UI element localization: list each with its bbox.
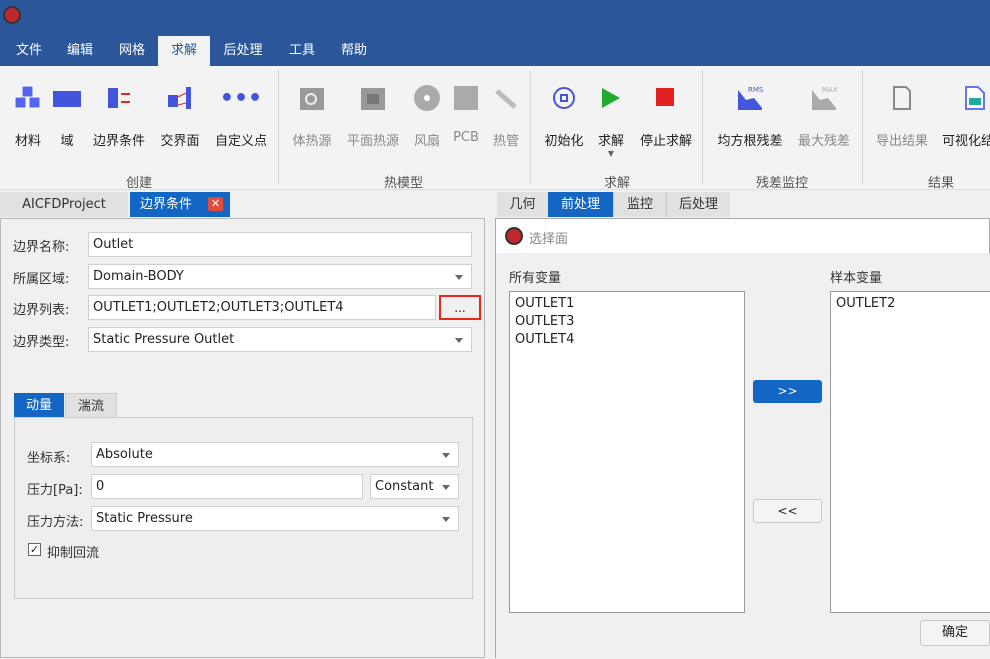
group-label-solve: 求解 [604, 176, 631, 191]
menu-bar: 文件 编辑 网格 求解 后处理 工具 帮助 [0, 36, 990, 66]
menu-postprocess[interactable]: 后处理 [212, 36, 274, 66]
fan-icon [412, 80, 442, 116]
boundary-name-input[interactable]: Outlet [88, 232, 472, 257]
group-separator [862, 70, 863, 184]
visualize-icon [942, 80, 990, 116]
coordinate-system-select[interactable]: Absolute [91, 442, 459, 467]
tab-geometry[interactable]: 几何 [497, 192, 548, 217]
app-logo-icon [3, 6, 21, 24]
box-icon [50, 80, 84, 116]
play-icon [596, 80, 626, 116]
menu-mesh[interactable]: 网格 [106, 36, 158, 66]
visualize-results-button[interactable]: 可视化结果 [942, 80, 990, 149]
max-chart-icon: MAX [796, 80, 852, 116]
refresh-icon [542, 80, 586, 116]
domain-button[interactable]: 域 [50, 80, 84, 149]
heat-pipe-icon [490, 80, 522, 116]
boundary-list-input[interactable]: OUTLET1;OUTLET2;OUTLET3;OUTLET4 [88, 295, 436, 320]
boundary-type-select[interactable]: Static Pressure Outlet [88, 327, 472, 352]
rms-chart-icon: RMS [716, 80, 784, 116]
group-label-results: 结果 [928, 176, 955, 191]
more-dots-icon: ••• [219, 85, 263, 111]
stop-icon [638, 80, 694, 116]
solve-button[interactable]: 求解 ▼ [596, 80, 626, 158]
tab-monitor[interactable]: 监控 [613, 192, 666, 217]
add-button[interactable]: >> [753, 380, 822, 403]
menu-edit[interactable]: 编辑 [54, 36, 106, 66]
tab-turbulence[interactable]: 湍流 [65, 393, 117, 418]
list-item[interactable]: OUTLET3 [515, 313, 739, 331]
cubes-icon [12, 80, 44, 116]
tab-aicfd-project[interactable]: AICFDProject [0, 192, 128, 217]
domain-select[interactable]: Domain-BODY [88, 264, 472, 289]
tab-preprocess[interactable]: 前处理 [548, 192, 613, 217]
menu-tools[interactable]: 工具 [276, 36, 328, 66]
all-variables-label: 所有变量 [509, 271, 562, 286]
export-icon [874, 80, 930, 116]
ok-button[interactable]: 确定 [920, 620, 990, 646]
interface-button[interactable]: 交界面 [158, 80, 202, 149]
close-tab-icon[interactable]: ✕ [208, 197, 223, 211]
tab-momentum[interactable]: 动量 [14, 393, 64, 418]
menu-solve[interactable]: 求解 [158, 36, 210, 66]
dialog-title: 选择面 [529, 232, 569, 247]
tab-boundary-condition[interactable]: 边界条件 ✕ [130, 192, 230, 217]
initialize-button[interactable]: 初始化 [542, 80, 586, 149]
menu-file[interactable]: 文件 [4, 36, 54, 66]
pcb-icon [450, 80, 482, 116]
group-label-thermal: 热模型 [384, 176, 424, 191]
title-bar [0, 0, 990, 36]
pcb-button[interactable]: PCB [450, 80, 482, 145]
svg-text:MAX: MAX [822, 86, 838, 94]
all-variables-list[interactable]: OUTLET1 OUTLET3 OUTLET4 [509, 291, 745, 613]
pressure-method-select[interactable]: Static Pressure [91, 506, 459, 531]
export-results-button[interactable]: 导出结果 [874, 80, 930, 149]
plane-heat-icon [344, 80, 402, 116]
boundary-icon [90, 80, 148, 116]
suppress-backflow-checkbox[interactable]: ✓ [28, 543, 41, 556]
dropdown-arrow-icon[interactable]: ▼ [596, 149, 626, 158]
remove-button[interactable]: << [753, 499, 822, 523]
list-item[interactable]: OUTLET1 [515, 295, 739, 313]
group-label-create: 创建 [126, 176, 153, 191]
group-separator [530, 70, 531, 184]
ribbon: 材料 域 边界条件 交界面 ••• 自定义点 创建 体热源 平面热源 风扇 PCB… [0, 66, 990, 191]
boundary-condition-button[interactable]: 边界条件 [90, 80, 148, 149]
boundary-panel: 边界名称: Outlet 所属区域: Domain-BODY 边界列表: OUT… [0, 218, 485, 658]
max-residual-button[interactable]: MAX 最大残差 [796, 80, 852, 149]
browse-boundary-button[interactable]: ... [439, 295, 481, 320]
heat-pipe-button[interactable]: 热管 [490, 80, 522, 149]
pressure-input[interactable]: 0 [91, 474, 363, 499]
list-item[interactable]: OUTLET4 [515, 331, 739, 349]
plane-heat-source-button[interactable]: 平面热源 [344, 80, 402, 149]
tab-postprocess[interactable]: 后处理 [666, 192, 730, 217]
volume-heat-icon [290, 80, 334, 116]
fan-button[interactable]: 风扇 [412, 80, 442, 149]
sample-variables-list[interactable]: OUTLET2 [830, 291, 990, 613]
dialog-logo-icon [505, 227, 523, 245]
stop-solve-button[interactable]: 停止求解 [638, 80, 694, 149]
volume-heat-source-button[interactable]: 体热源 [290, 80, 334, 149]
menu-help[interactable]: 帮助 [328, 36, 380, 66]
sample-variables-label: 样本变量 [830, 271, 883, 286]
rms-residual-button[interactable]: RMS 均方根残差 [716, 80, 784, 149]
select-face-dialog: 选择面 所有变量 OUTLET1 OUTLET3 OUTLET4 样本变量 OU… [495, 218, 990, 659]
list-item[interactable]: OUTLET2 [836, 295, 990, 313]
pressure-mode-select[interactable]: Constant [370, 474, 459, 499]
custom-point-button[interactable]: ••• 自定义点 [212, 80, 270, 150]
group-label-residual: 残差监控 [756, 176, 809, 191]
interface-icon [158, 80, 202, 116]
momentum-panel: 坐标系: Absolute 压力[Pa]: 0 Constant 压力方法: S… [14, 417, 473, 599]
svg-text:RMS: RMS [748, 86, 764, 94]
group-separator [702, 70, 703, 184]
group-separator [278, 70, 279, 184]
material-button[interactable]: 材料 [12, 80, 44, 149]
